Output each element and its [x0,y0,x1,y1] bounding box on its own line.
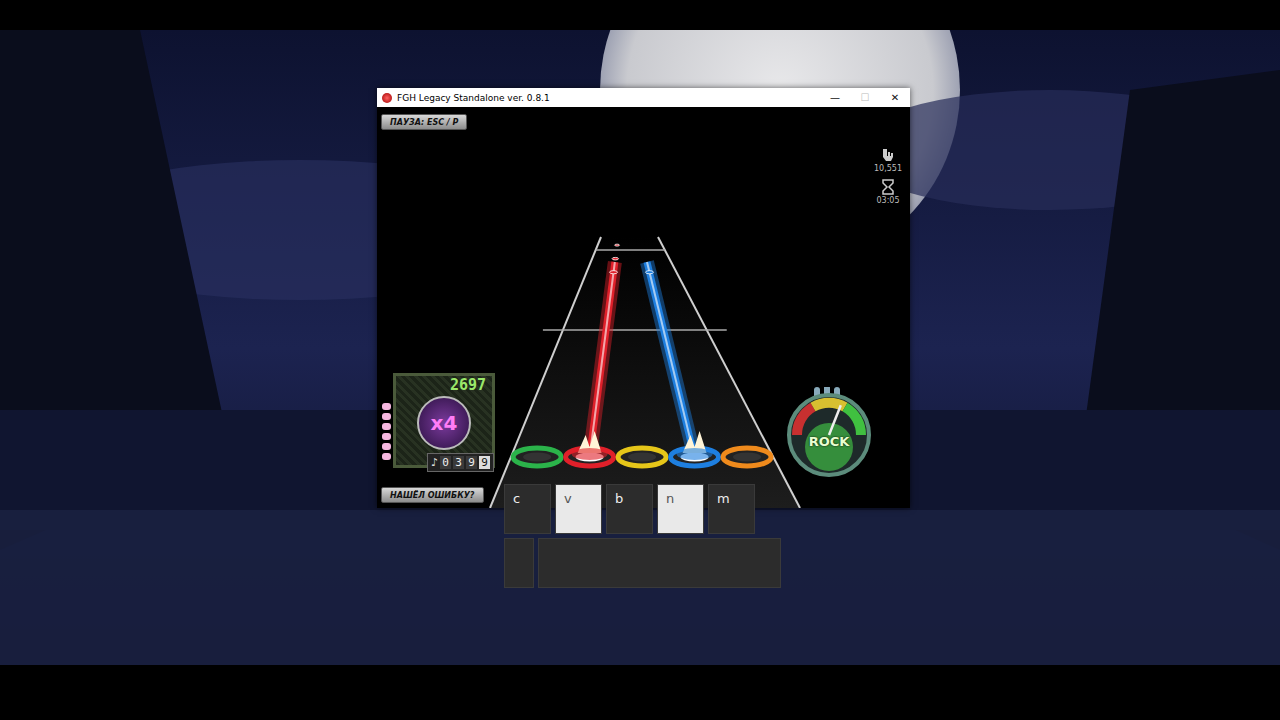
stat-value: 10,551 [874,164,902,173]
star-power-dot [382,423,391,430]
stat: 03:05 [876,179,899,205]
window-title: FGH Legacy Standalone ver. 0.8.1 [397,93,815,103]
window-control-button[interactable]: — [820,92,850,103]
report-bug-button[interactable]: НАШЁЛ ОШИБКУ? [381,487,484,503]
modifier-key[interactable] [504,538,534,588]
game-window: FGH Legacy Standalone ver. 0.8.1 —☐✕ ПАУЗА… [377,88,910,508]
star-power-dot [382,413,391,420]
fret-button[interactable] [671,431,719,466]
rock-hand-icon [880,147,896,163]
title-bar: FGH Legacy Standalone ver. 0.8.1 —☐✕ [377,88,910,107]
stat-value: 03:05 [876,196,899,205]
star-power-dots [382,403,391,460]
note [615,244,620,246]
pause-button[interactable]: ПАУЗА: ESC / P [381,114,467,130]
key[interactable]: n [657,484,704,534]
note [612,257,618,260]
counter-digit: 3 [453,456,464,469]
note [610,271,618,274]
score: 2697 [450,376,492,394]
star-power-dot [382,433,391,440]
hit-flame-icon [572,431,608,460]
hourglass-icon [881,179,895,195]
app-logo-icon [382,93,392,103]
multiplier: x4 [417,396,471,450]
spacebar-key[interactable] [538,538,781,588]
rock-meter: ROCK [784,387,874,477]
sustain-beam [647,262,693,451]
note [646,271,654,274]
note-counter: ♪0399 [427,453,494,472]
key[interactable]: m [708,484,755,534]
counter-digit: 9 [466,456,477,469]
letterbox-bottom [0,665,1280,720]
note-icon: ♪ [431,456,438,469]
key[interactable]: b [606,484,653,534]
hit-flame-icon [677,431,713,460]
star-power-dot [382,443,391,450]
key-overlay: cvbnm [504,484,781,588]
rock-meter-gauge-icon [784,387,874,477]
song-stats: 10,551 03:05 [874,147,902,205]
desktop: FGH Legacy Standalone ver. 0.8.1 —☐✕ ПАУЗА… [0,0,1280,720]
counter-digit: 9 [479,456,490,469]
counter-digit: 0 [440,456,451,469]
star-power-dot [382,403,391,410]
stat: 10,551 [874,147,902,173]
window-control-button[interactable]: ☐ [850,92,880,103]
key[interactable]: c [504,484,551,534]
fret-button[interactable] [566,431,614,466]
fret-button[interactable] [513,448,561,466]
window-control-button[interactable]: ✕ [880,92,910,103]
star-power-dot [382,453,391,460]
rock-meter-label: ROCK [784,434,874,449]
game-canvas: ПАУЗА: ESC / P НАШЁЛ ОШИБКУ? 10,551 03:05 26… [377,107,910,508]
sustain-beam [590,262,614,451]
fret-button[interactable] [723,448,771,466]
key[interactable]: v [555,484,602,534]
letterbox-top [0,0,1280,30]
fret-button[interactable] [618,448,666,466]
